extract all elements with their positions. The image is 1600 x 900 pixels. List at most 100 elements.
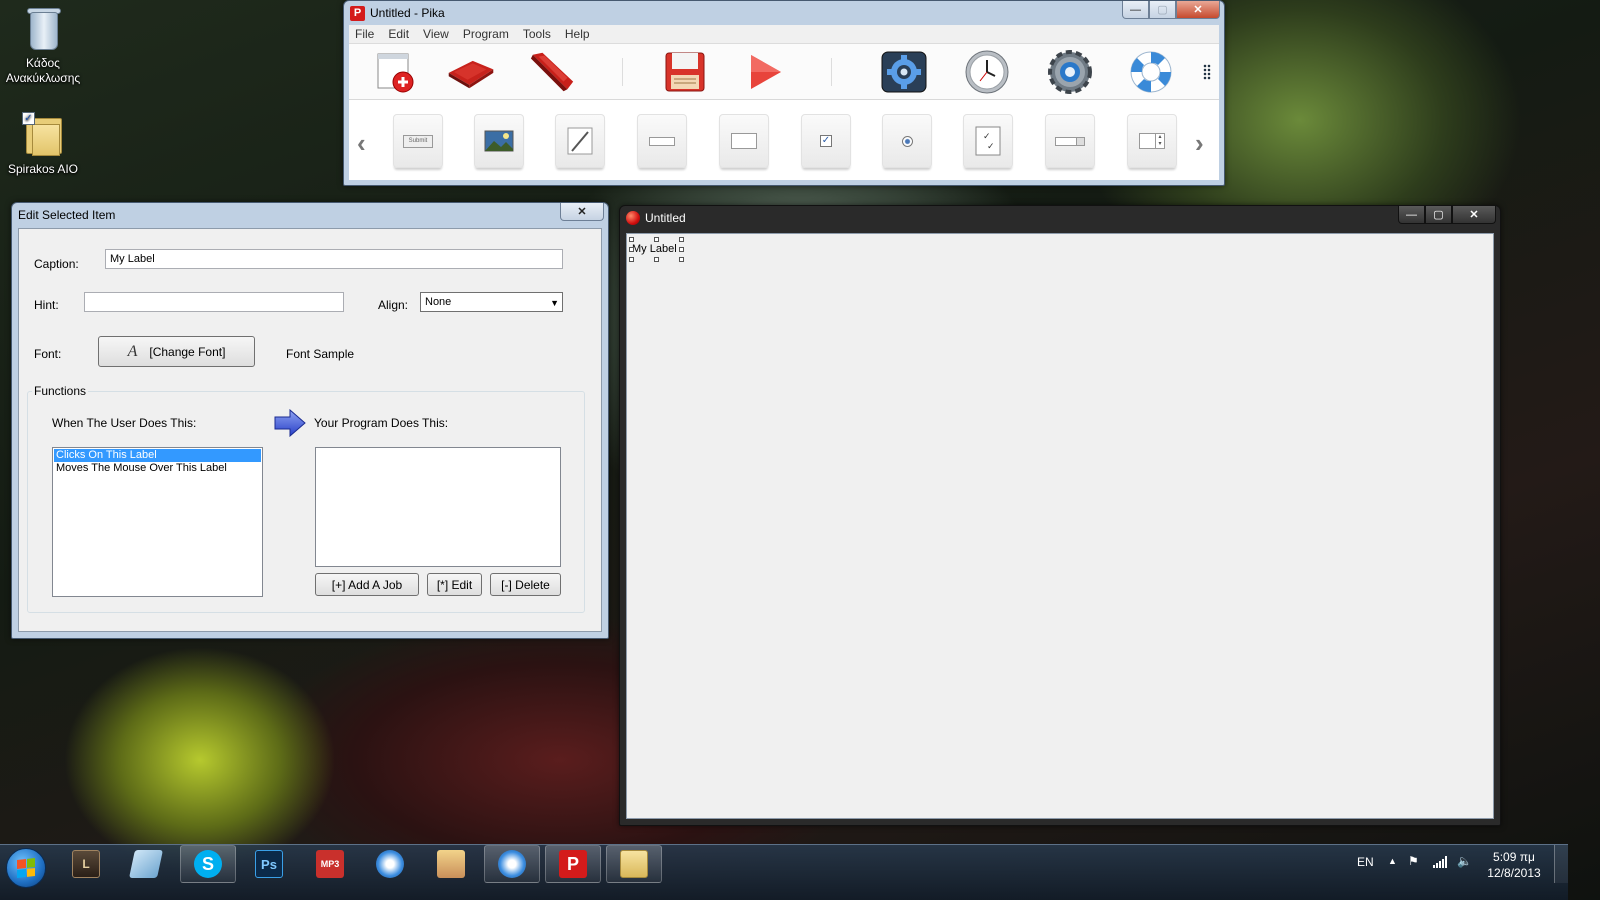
caption-input[interactable]: My Label [105, 249, 563, 269]
resize-handle[interactable] [629, 237, 634, 242]
font-icon: A [127, 342, 138, 360]
safari-2-icon [498, 850, 526, 878]
program-does-label: Your Program Does This: [314, 416, 449, 430]
taskbar-photoshop[interactable]: Ps [241, 845, 297, 883]
resize-handle[interactable] [629, 257, 634, 262]
open-button[interactable] [447, 49, 495, 95]
run-button[interactable] [741, 49, 789, 95]
form-maximize-button[interactable]: ▢ [1425, 206, 1452, 224]
language-indicator[interactable]: EN [1357, 855, 1374, 869]
align-select-value: None [425, 296, 452, 308]
folder-icon: ✓ [22, 112, 64, 158]
checkbox-control-tool[interactable]: ✓ [801, 114, 851, 168]
resize-handle[interactable] [679, 257, 684, 262]
pika-titlebar[interactable]: P Untitled - Pika — ▢ ✕ [344, 1, 1224, 25]
edit-job-button[interactable]: [*] Edit [427, 573, 482, 596]
new-form-button[interactable] [371, 49, 419, 95]
save-icon [665, 52, 705, 92]
form-titlebar[interactable]: Untitled — ▢ ✕ [620, 206, 1500, 230]
cut-button[interactable] [529, 49, 577, 95]
checkbox-control-icon: ✓ [820, 135, 832, 147]
menu-edit[interactable]: Edit [388, 27, 409, 41]
event-item-mouse-over[interactable]: Moves The Mouse Over This Label [54, 462, 261, 475]
delete-job-button[interactable]: [-] Delete [490, 573, 561, 596]
form-designer-window: Untitled — ▢ ✕ My Label [619, 205, 1501, 826]
edit-control-tool[interactable] [637, 114, 687, 168]
menu-help[interactable]: Help [565, 27, 590, 41]
spirakos-aio-shortcut[interactable]: ✓ Spirakos AIO [1, 112, 85, 177]
safari-icon [376, 850, 404, 878]
button-control-tool[interactable]: Submit [393, 114, 443, 168]
scroll-right-arrow-icon[interactable]: › [1195, 128, 1204, 159]
start-button[interactable] [6, 848, 46, 888]
resize-handle[interactable] [654, 237, 659, 242]
edit-titlebar[interactable]: Edit Selected Item ✕ [12, 203, 608, 227]
form-canvas[interactable]: My Label [626, 233, 1494, 819]
taskbar-lineage[interactable]: L [58, 845, 114, 883]
close-button[interactable]: ✕ [1176, 1, 1220, 19]
image-control-tool[interactable] [474, 114, 524, 168]
right-arrow-icon [274, 409, 306, 437]
user-does-label: When The User Does This: [52, 416, 197, 430]
events-listbox[interactable]: Clicks On This Label Moves The Mouse Ove… [52, 447, 263, 597]
font-sample: Font Sample [286, 347, 355, 361]
edit-close-button[interactable]: ✕ [560, 203, 604, 221]
taskbar-notepad[interactable] [118, 845, 174, 883]
gear-button[interactable] [1046, 49, 1094, 95]
spinner-control-tool[interactable]: ▴ ▾ [1127, 114, 1177, 168]
form-close-button[interactable]: ✕ [1452, 206, 1496, 224]
pen-control-tool[interactable] [555, 114, 605, 168]
menu-bar: File Edit View Program Tools Help [349, 25, 1219, 44]
resize-handle[interactable] [679, 237, 684, 242]
help-icon [1130, 51, 1172, 93]
maximize-icon: ▢ [1157, 4, 1168, 16]
taskbar-skype[interactable]: S [180, 845, 236, 883]
help-button[interactable] [1127, 49, 1175, 95]
recycle-bin-icon [22, 6, 64, 52]
clock-area[interactable]: 5:09 πμ 12/8/2013 [1482, 849, 1546, 881]
menu-program[interactable]: Program [463, 27, 509, 41]
taskbar-pika[interactable]: P [545, 845, 601, 883]
taskbar-safari[interactable] [362, 845, 418, 883]
taskbar-anime[interactable] [423, 845, 479, 883]
change-font-button[interactable]: A [Change Font] [98, 336, 255, 367]
radio-control-tool[interactable] [882, 114, 932, 168]
taskbar-explorer[interactable] [606, 845, 662, 883]
hint-input[interactable] [84, 292, 344, 312]
jobs-listbox[interactable] [315, 447, 561, 567]
checklist-control-tool[interactable]: ✓ ✓ [963, 114, 1013, 168]
taskbar-mp3[interactable]: MP3 [302, 845, 358, 883]
align-select[interactable]: None ▼ [420, 292, 563, 312]
recycle-bin-shortcut[interactable]: Κάδος Ανακύκλωσης [1, 6, 85, 86]
menu-view[interactable]: View [423, 27, 449, 41]
action-center-flag-icon[interactable]: ⚑ [1408, 854, 1419, 868]
resize-handle[interactable] [654, 257, 659, 262]
menu-file[interactable]: File [355, 27, 374, 41]
show-hidden-icons-icon[interactable]: ▲ [1388, 856, 1397, 866]
notepad-icon [129, 850, 163, 878]
resize-handle[interactable] [629, 247, 634, 252]
taskbar-safari-2[interactable] [484, 845, 540, 883]
label-control-tool[interactable] [719, 114, 769, 168]
edit-window-title: Edit Selected Item [18, 208, 116, 222]
minimize-button[interactable]: — [1122, 1, 1149, 19]
clock-button[interactable] [963, 49, 1011, 95]
pen-control-icon [567, 127, 593, 155]
network-icon[interactable] [1433, 856, 1447, 868]
add-job-button[interactable]: [+] Add A Job [315, 573, 419, 596]
event-item-clicks[interactable]: Clicks On This Label [54, 449, 261, 462]
settings-button[interactable] [880, 49, 928, 95]
pika-app-icon: P [350, 5, 365, 21]
resize-handle[interactable] [679, 247, 684, 252]
scroll-left-arrow-icon[interactable]: ‹ [357, 128, 366, 159]
menu-tools[interactable]: Tools [523, 27, 551, 41]
form-minimize-button[interactable]: — [1398, 206, 1425, 224]
combobox-control-tool[interactable] [1045, 114, 1095, 168]
volume-icon[interactable]: 🔈 [1457, 854, 1472, 868]
toolbar-grip-icon[interactable] [1203, 64, 1211, 80]
save-button[interactable] [661, 49, 709, 95]
show-desktop-button[interactable] [1554, 845, 1568, 883]
maximize-button[interactable]: ▢ [1149, 1, 1176, 19]
my-label-control[interactable]: My Label [630, 243, 679, 255]
functions-label: Functions [32, 384, 89, 398]
